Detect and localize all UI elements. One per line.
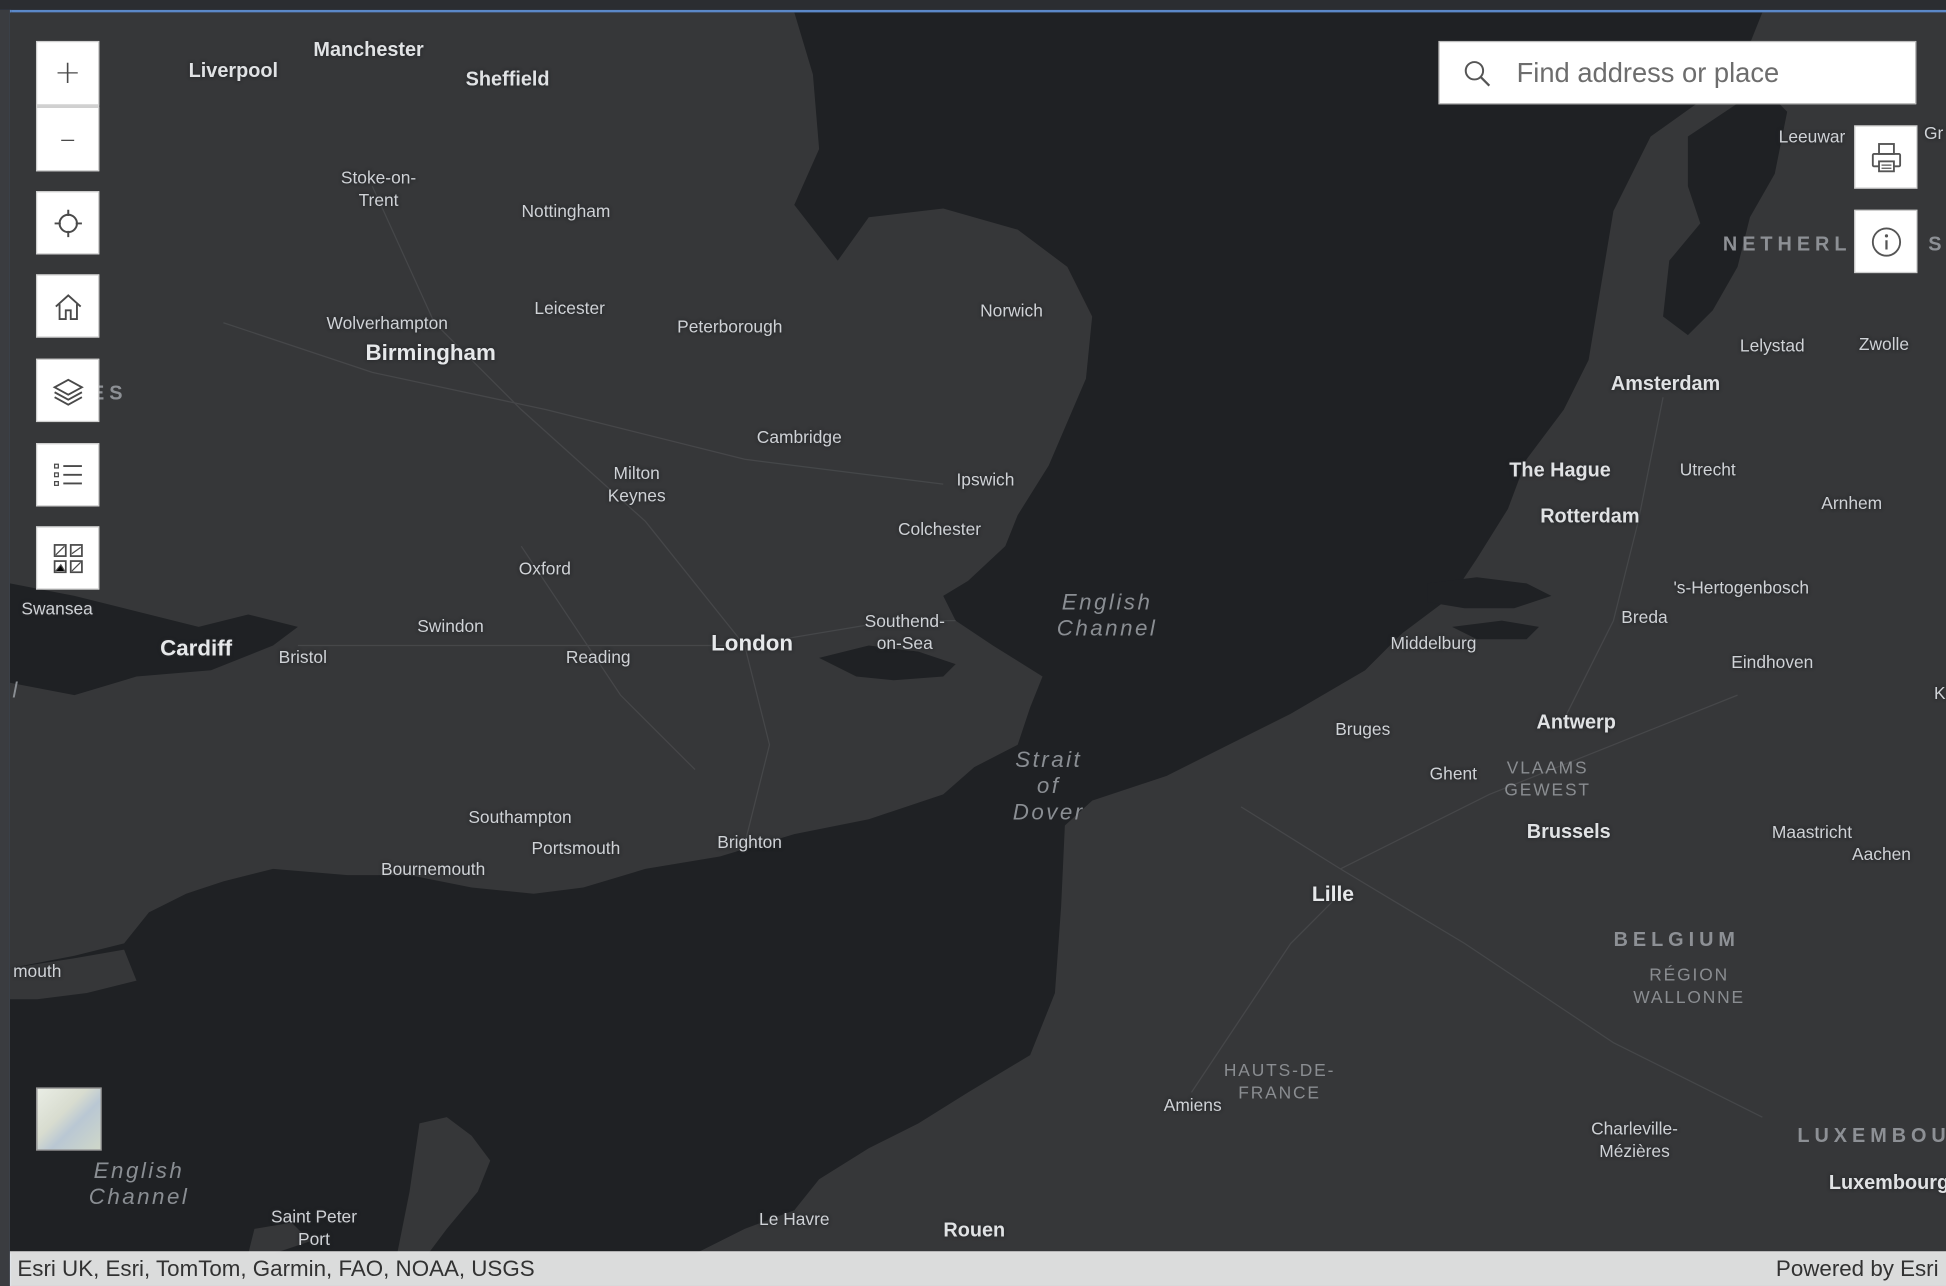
print-button[interactable] bbox=[1854, 125, 1918, 189]
list-icon bbox=[53, 463, 82, 486]
powered-by[interactable]: Powered by Esri bbox=[1776, 1256, 1939, 1282]
city-label: Nottingham bbox=[521, 201, 611, 221]
layers-icon bbox=[52, 378, 84, 406]
city-label: Leicester bbox=[534, 297, 605, 318]
city-label: Liverpool bbox=[188, 60, 279, 82]
city-label: Southampton bbox=[468, 806, 572, 827]
city-label: Arnhem bbox=[1821, 492, 1883, 513]
city-label: Portsmouth bbox=[531, 837, 621, 858]
city-label: Eindhoven bbox=[1731, 651, 1814, 672]
city-label: Luxembourg bbox=[1828, 1173, 1946, 1195]
city-label: Swansea bbox=[21, 598, 93, 619]
attribution-sources[interactable]: Esri UK, Esri, TomTom, Garmin, FAO, NOAA… bbox=[17, 1256, 534, 1282]
attribution-bar: Esri UK, Esri, TomTom, Garmin, FAO, NOAA… bbox=[9, 1251, 1946, 1286]
city-label: Maastricht bbox=[1771, 821, 1853, 842]
city-label: Antwerp bbox=[1536, 712, 1616, 734]
city-label: Birmingham bbox=[365, 340, 496, 365]
city-label: Cambridge bbox=[756, 427, 842, 447]
crosshair-icon bbox=[53, 209, 82, 237]
water-label: English Channel bbox=[88, 1158, 190, 1210]
water-label: Strait of Dover bbox=[1012, 747, 1085, 825]
layers-button[interactable] bbox=[35, 358, 100, 423]
city-label: K bbox=[1934, 682, 1946, 703]
info-icon bbox=[1871, 226, 1901, 257]
city-label: Bruges bbox=[1335, 718, 1391, 739]
city-label: Stoke-on- Trent bbox=[340, 167, 417, 210]
city-label: Sheffield bbox=[465, 69, 550, 91]
locate-button[interactable] bbox=[35, 191, 100, 255]
city-label: Brussels bbox=[1526, 821, 1611, 843]
home-button[interactable] bbox=[35, 274, 100, 338]
city-label: Aachen bbox=[1852, 844, 1911, 864]
printer-icon bbox=[1871, 142, 1901, 172]
city-label: Rouen bbox=[943, 1220, 1006, 1242]
city-label: Amiens bbox=[1163, 1094, 1222, 1115]
city-label: Utrecht bbox=[1679, 459, 1736, 480]
basemap-toggle-thumbnail[interactable] bbox=[35, 1087, 102, 1151]
city-label: The Hague bbox=[1509, 460, 1611, 482]
city-label: 's-Hertogenbosch bbox=[1673, 577, 1810, 598]
city-label: Breda bbox=[1621, 606, 1668, 627]
zoom-out-button[interactable]: – bbox=[35, 106, 100, 172]
city-label: Rotterdam bbox=[1540, 506, 1640, 528]
city-label: Bristol bbox=[278, 646, 327, 667]
city-label: Cardiff bbox=[160, 635, 233, 661]
country-label: BELGIUM bbox=[1613, 929, 1740, 951]
search-box[interactable] bbox=[1438, 40, 1917, 105]
city-label: Manchester bbox=[313, 39, 424, 61]
city-label: Middelburg bbox=[1390, 633, 1477, 653]
country-label: NETHERL bbox=[1722, 234, 1852, 256]
region-label: RÉGION WALLONNE bbox=[1633, 964, 1746, 1007]
city-label: Le Havre bbox=[759, 1209, 830, 1229]
basemap-layer[interactable] bbox=[9, 12, 1946, 1254]
city-label: Bournemouth bbox=[380, 858, 486, 879]
window-top-bar bbox=[0, 0, 1946, 13]
map-view[interactable]: Liverpool Manchester Sheffield Stoke-on-… bbox=[0, 0, 1946, 1286]
info-button[interactable] bbox=[1854, 209, 1918, 274]
city-label: Saint Peter Port bbox=[271, 1206, 357, 1249]
city-label: Reading bbox=[565, 646, 631, 667]
search-input[interactable] bbox=[1514, 55, 1892, 90]
city-label: Charleville- Mézières bbox=[1591, 1118, 1678, 1161]
country-label: S bbox=[1928, 234, 1946, 256]
city-label: Gr bbox=[1923, 122, 1944, 143]
city-label: Milton Keynes bbox=[607, 463, 666, 506]
region-label: VLAAMS GEWEST bbox=[1504, 757, 1591, 800]
city-label: Swindon bbox=[417, 615, 484, 636]
city-label: Peterborough bbox=[677, 316, 783, 337]
city-label: Brighton bbox=[717, 831, 782, 852]
water-label: l bbox=[12, 677, 20, 703]
plus-icon: + bbox=[54, 54, 82, 92]
city-label: Amsterdam bbox=[1610, 373, 1721, 395]
gallery-icon bbox=[53, 543, 83, 573]
city-label: Southend- on-Sea bbox=[864, 610, 945, 653]
home-icon bbox=[54, 293, 81, 320]
city-label: Lelystad bbox=[1739, 335, 1805, 356]
city-label: Leeuwar bbox=[1778, 126, 1846, 147]
search-icon bbox=[1464, 60, 1491, 86]
water-label: English Channel bbox=[1056, 589, 1158, 641]
city-label: mouth bbox=[13, 960, 62, 981]
city-label: Zwolle bbox=[1858, 333, 1910, 354]
minus-icon: – bbox=[59, 120, 76, 158]
basemap-gallery-button[interactable] bbox=[35, 526, 100, 590]
city-label: London bbox=[711, 630, 794, 656]
city-label: Oxford bbox=[518, 558, 571, 579]
city-label: Wolverhampton bbox=[326, 312, 448, 333]
city-label: Ghent bbox=[1429, 763, 1477, 784]
city-label: Lille bbox=[1311, 882, 1355, 907]
city-label: Colchester bbox=[897, 518, 982, 539]
region-label: HAUTS-DE- FRANCE bbox=[1223, 1060, 1336, 1103]
city-label: Ipswich bbox=[956, 469, 1015, 490]
city-label: Norwich bbox=[980, 300, 1043, 321]
country-label: LUXEMBOU bbox=[1797, 1125, 1946, 1147]
zoom-in-button[interactable]: + bbox=[35, 40, 100, 106]
legend-button[interactable] bbox=[35, 443, 100, 507]
